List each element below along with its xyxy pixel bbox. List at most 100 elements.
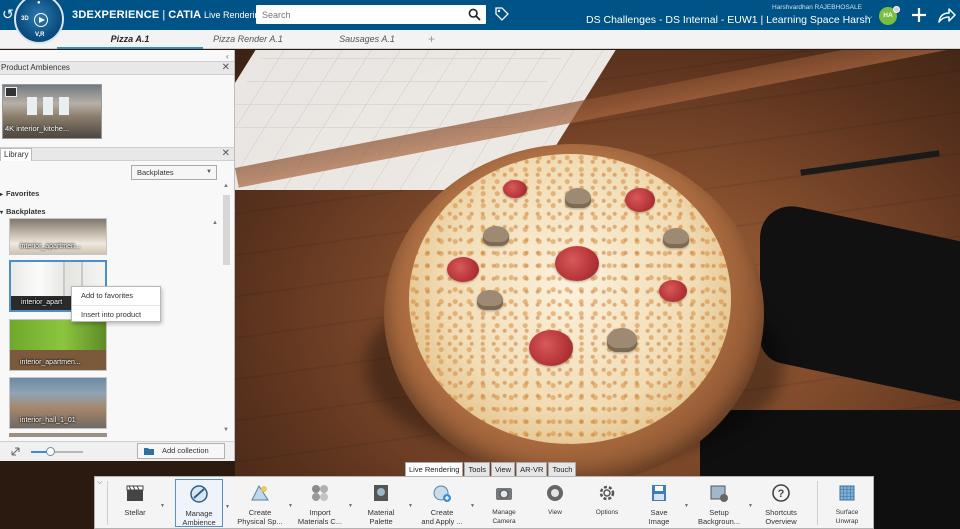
expand-icon[interactable] (11, 447, 20, 456)
document-tabs: Pizza A.1 Pizza Render A.1 Sausages A.1 … (0, 30, 960, 49)
tab-tools[interactable]: Tools (464, 462, 490, 476)
play-icon[interactable] (34, 13, 48, 27)
mushroom (565, 188, 591, 208)
brand-app: CATIA (168, 9, 202, 21)
chevron-down-icon[interactable]: ▼ (348, 503, 353, 509)
brand-title: 3DEXPERIENCE | CATIA Live Rendering (72, 9, 265, 21)
tenant-context[interactable]: DS Challenges - DS Internal - EUW1 | Lea… (586, 14, 871, 26)
top-bar: ↺ ● 3D V,R 3DEXPERIENCE | CATIA Live Render… (0, 0, 960, 44)
shortcuts-overview-button[interactable]: ? Shortcuts Overview (757, 479, 805, 527)
backplate-item[interactable]: interior_hall_1_01 (9, 377, 107, 429)
3d-viewport[interactable] (235, 50, 960, 529)
window (59, 97, 69, 115)
tag-icon[interactable] (494, 6, 510, 22)
stellar-label: Stellar (124, 508, 146, 517)
backplate-item[interactable]: interior_apartmen... (9, 218, 107, 255)
surface-unwrap-label: Surface Unwrap (825, 508, 869, 526)
save-image-label-2: Image (648, 517, 670, 526)
chevron-down-icon[interactable]: ▼ (408, 503, 413, 509)
tab-sausages[interactable]: Sausages A.1 (294, 30, 440, 49)
material-palette-label-1: Material (367, 508, 395, 517)
create-physical-sky-button[interactable]: Create Physical Sp... ▼ (235, 479, 293, 527)
search-box[interactable] (256, 5, 486, 24)
save-image-button[interactable]: Save Image ▼ (637, 479, 689, 527)
manage-camera-button[interactable]: Manage Camera (481, 479, 527, 527)
stellar-icon (126, 485, 144, 501)
chevron-down-icon[interactable]: ▼ (684, 503, 689, 509)
compass-quadrant-top: ● (37, 0, 41, 6)
library-scrollbar[interactable]: ▲ ▼ (222, 183, 231, 433)
create-physical-sky-label-2: Physical Sp... (237, 517, 283, 526)
create-apply-button[interactable]: Create and Apply ... ▼ (417, 479, 475, 527)
compass-label-3d: 3D (21, 16, 29, 22)
surface-unwrap-button[interactable]: Surface Unwrap (825, 479, 869, 527)
shortcuts-overview-label: Shortcuts Overview (757, 508, 805, 526)
close-icon[interactable]: ✕ (222, 62, 230, 74)
library-footer: Add collection (0, 441, 234, 461)
back-arrow-icon[interactable]: ↺ (2, 6, 14, 23)
chevron-down-icon[interactable]: ▼ (748, 503, 753, 509)
setup-background-button[interactable]: Setup Backgroun... ▼ (693, 479, 753, 527)
thumbnail-size-slider[interactable] (31, 447, 83, 456)
material-palette-icon (374, 485, 388, 501)
add-collection-button[interactable]: Add collection (137, 443, 225, 459)
tab-touch[interactable]: Touch (548, 462, 577, 476)
chevron-down-icon[interactable]: ▼ (470, 503, 475, 509)
tab-ar-vr[interactable]: AR-VR (516, 462, 548, 476)
plus-icon[interactable] (909, 5, 929, 25)
view-button[interactable]: View (535, 479, 575, 527)
window (27, 97, 37, 115)
view-icon (547, 485, 563, 501)
chevron-down-icon[interactable]: ▼ (225, 504, 230, 510)
ambience-thumbnail[interactable]: 4K interior_kitche... (2, 84, 102, 139)
import-materials-label-2: Materials C... (297, 517, 343, 526)
pepperoni (447, 257, 479, 282)
scroll-thumb[interactable] (223, 195, 230, 265)
setup-background-icon (710, 485, 728, 502)
library-filter-select[interactable]: Backplates ▼ (131, 165, 217, 180)
tab-view[interactable]: View (490, 462, 516, 476)
scroll-down-icon[interactable]: ▼ (223, 427, 229, 433)
physical-sky-icon (251, 484, 269, 501)
share-icon[interactable] (936, 6, 956, 24)
save-image-label: Save Image (637, 508, 681, 526)
add-to-favorites-item[interactable]: Add to favorites (72, 287, 160, 305)
save-image-label-1: Save (650, 508, 668, 517)
material-palette-button[interactable]: Material Palette ▼ (357, 479, 413, 527)
mushroom (663, 228, 689, 248)
pepperoni (503, 180, 527, 198)
backplates-label: Backplates (6, 207, 46, 216)
search-input[interactable] (256, 5, 456, 24)
stellar-button[interactable]: Stellar ▼ (113, 479, 165, 527)
chevron-down-icon[interactable]: ▼ (288, 503, 293, 509)
backplate-item-partial[interactable] (9, 433, 107, 437)
search-icon[interactable] (468, 8, 481, 21)
scroll-up-icon[interactable]: ▲ (223, 183, 229, 189)
options-button[interactable]: Options (585, 479, 629, 527)
help-icon: ? (772, 484, 790, 502)
separator (817, 481, 818, 525)
insert-into-product-item[interactable]: Insert into product (72, 305, 160, 323)
import-materials-button[interactable]: Import Materials C... ▼ (295, 479, 353, 527)
chevron-down-icon[interactable]: ⌵ (97, 479, 102, 487)
inner-scroll-up-icon[interactable]: ▲ (212, 220, 218, 226)
svg-text:?: ? (778, 488, 785, 500)
pepperoni (529, 330, 573, 366)
favorites-group[interactable]: ▸ Favorites (0, 189, 39, 198)
slider-knob[interactable] (46, 447, 55, 456)
tab-live-rendering[interactable]: Live Rendering (405, 462, 464, 476)
manage-ambience-label-1: Manage (185, 509, 213, 518)
chevron-down-icon[interactable]: ⌵ (867, 14, 872, 22)
add-tab-button[interactable]: + (428, 30, 435, 48)
manage-ambience-button[interactable]: Manage Ambience ▼ (175, 479, 230, 527)
create-apply-label-2: and Apply ... (421, 517, 463, 526)
manage-camera-label-2: Camera (492, 518, 516, 525)
folder-icon (144, 448, 154, 455)
backplates-group[interactable]: ▾ Backplates (0, 207, 46, 216)
library-tab[interactable]: Library (0, 148, 33, 161)
backplate-item[interactable]: interior_apartmen... (9, 319, 107, 371)
chevron-down-icon[interactable]: ▼ (160, 503, 165, 509)
close-icon[interactable]: ✕ (222, 148, 230, 160)
favorites-label: Favorites (6, 189, 40, 198)
collapse-panel-icon[interactable]: ‹ (226, 52, 229, 61)
